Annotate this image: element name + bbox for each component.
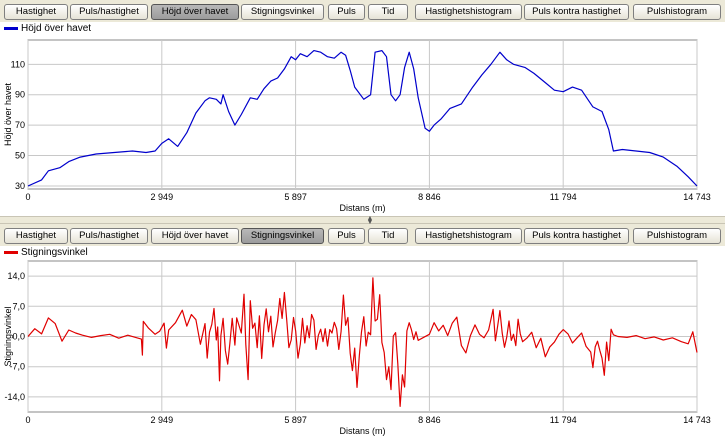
slope-y-axis-title: Stigningsvinkel [3,306,13,366]
slope-panel: Hastighet Puls/hastighet Höjd över havet… [0,224,725,439]
slope-x-axis-title: Distans (m) [339,426,385,436]
altitude-y-tick-label: 50 [15,151,25,161]
slope-y-tick-label: -14,0 [4,392,25,402]
altitude-y-tick-label: 110 [11,59,25,69]
altitude-plot-area [27,39,698,190]
altitude-y-tick-label: 30 [15,181,25,191]
slope-x-tick-label: 2 949 [151,415,174,425]
slope-y-tick-label: 14,0 [7,271,25,281]
slope-y-tick-label: 0,0 [12,332,25,342]
slope-x-tick-label: 14 743 [683,415,711,425]
slope-chart[interactable]: 02 949 5 897 8 846 11 794 14 743-14,0-7,00,0… [0,224,725,439]
slope-x-tick-label: 8 846 [418,415,441,425]
altitude-y-axis-title: Höjd över havet [3,82,13,146]
altitude-x-axis-title: Distans (m) [339,203,385,213]
altitude-y-tick-label: 70 [15,120,25,130]
altitude-panel: Hastighet Puls/hastighet Höjd över havet… [0,0,725,216]
pane-splitter[interactable]: ▲ ▼ [0,215,725,226]
altitude-x-tick-label: 0 [25,192,30,202]
slope-y-tick-label: 7,0 [12,301,25,311]
altitude-x-tick-label: 8 846 [418,192,441,202]
slope-x-tick-label: 0 [25,415,30,425]
altitude-y-tick-label: 90 [15,90,25,100]
slope-x-tick-label: 5 897 [284,415,307,425]
altitude-x-tick-label: 11 794 [550,192,577,202]
slope-x-tick-label: 11 794 [550,415,577,425]
altitude-x-tick-label: 2 949 [151,192,174,202]
altitude-x-tick-label: 5 897 [284,192,307,202]
altitude-x-tick-label: 14 743 [683,192,711,202]
altitude-chart[interactable]: 0 2 949 5 897 8 846 11 794 14 743 30 50 70 90 110 D… [0,0,725,216]
